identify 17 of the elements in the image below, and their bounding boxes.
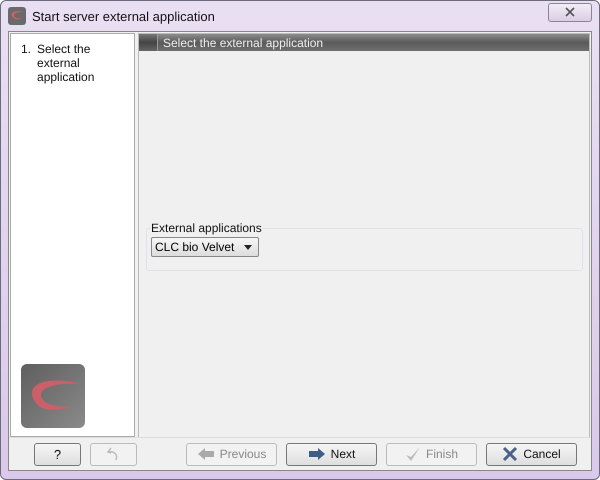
help-button[interactable]: ?: [34, 442, 81, 466]
app-logo-icon: [21, 364, 85, 428]
group-label: External applications: [150, 221, 263, 235]
x-icon: [502, 446, 518, 462]
caret-icon: [244, 244, 252, 250]
application-dropdown[interactable]: CLC bio Velvet: [151, 237, 260, 257]
step-item: 1. Select the external application: [21, 42, 96, 84]
next-button[interactable]: Next: [286, 442, 377, 466]
window-title: Start server external application: [32, 8, 215, 24]
close-icon: [565, 7, 575, 17]
left-arrow-icon: [196, 447, 215, 461]
panel-header: Select the external application: [139, 34, 589, 51]
cancel-button[interactable]: Cancel: [486, 442, 577, 466]
close-button[interactable]: [548, 2, 592, 22]
right-arrow-icon: [308, 447, 326, 461]
checkmark-icon: [404, 446, 421, 462]
app-logo-icon: [8, 7, 26, 25]
